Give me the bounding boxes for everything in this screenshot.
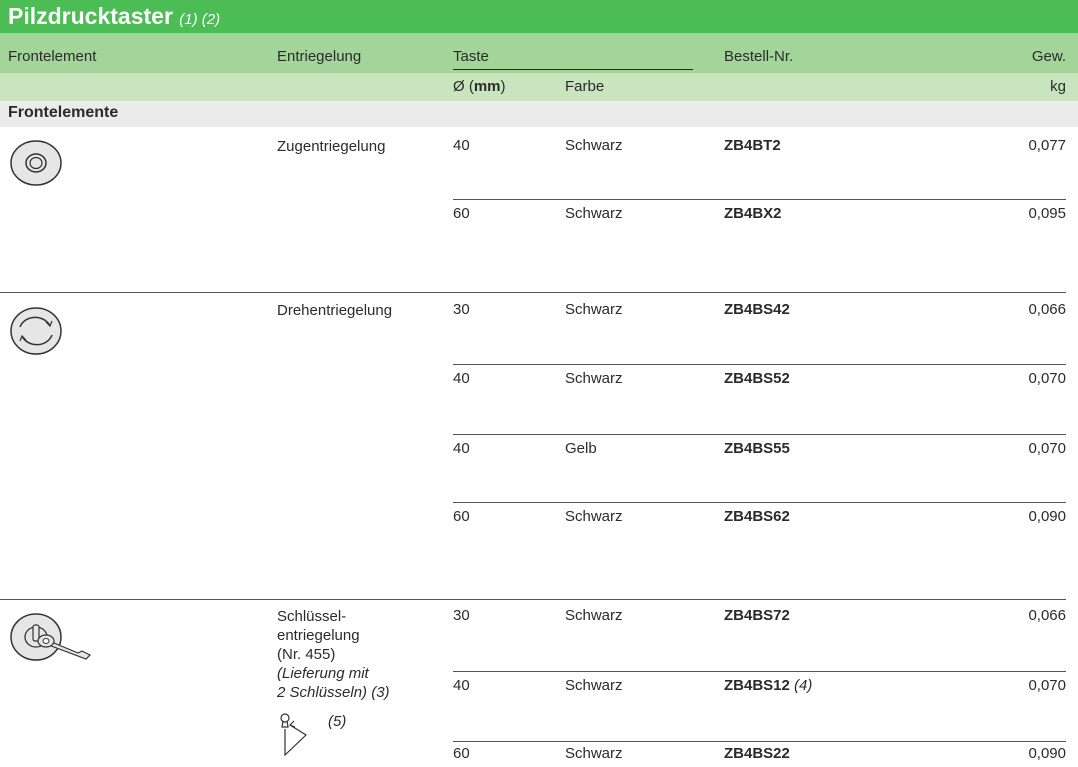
group-label-line: Zugentriegelung: [277, 138, 386, 155]
cell-gew: 0,066: [1028, 301, 1066, 318]
cell-bestell-nr: ZB4BS52: [724, 370, 790, 387]
cell-diameter: 60: [453, 205, 470, 222]
key-note: (5): [328, 713, 347, 730]
section-title: Frontelemente: [8, 104, 119, 121]
header-farbe: Farbe: [565, 78, 605, 95]
header-frontelement: Frontelement: [8, 48, 97, 65]
cell-diameter: 30: [453, 607, 470, 624]
turn-release-icon: [10, 307, 62, 355]
cell-farbe: Schwarz: [565, 677, 623, 694]
cell-gew: 0,077: [1028, 137, 1066, 154]
cell-gew: 0,070: [1028, 440, 1066, 457]
group-separator: [0, 292, 1066, 293]
cell-diameter: 40: [453, 137, 470, 154]
group-label-line: (Nr. 455): [277, 646, 336, 663]
title-text: Pilzdrucktaster: [8, 3, 173, 29]
cell-farbe: Schwarz: [565, 137, 623, 154]
cell-farbe: Gelb: [565, 440, 597, 457]
group-label-key: Schlüssel- entriegelung (Nr. 455) (Liefe…: [277, 607, 390, 702]
bestell-nr-footnote: (4): [794, 677, 813, 694]
cell-bestell-nr: ZB4BS62: [724, 508, 790, 525]
header-kg: kg: [1050, 78, 1066, 95]
cell-diameter: 40: [453, 370, 470, 387]
row-separator: [453, 671, 1066, 672]
cell-bestell-nr: ZB4BS22: [724, 745, 790, 762]
header-bestell: Bestell-Nr.: [724, 48, 794, 65]
group-label-dreh: Drehentriegelung: [277, 301, 392, 320]
header-diameter: Ø (mm): [453, 78, 506, 95]
cell-gew: 0,090: [1028, 508, 1066, 525]
pull-release-icon: [10, 140, 62, 186]
cell-gew: 0,066: [1028, 607, 1066, 624]
group-separator: [0, 599, 1066, 600]
cell-bestell-nr: ZB4BS42: [724, 301, 790, 318]
cell-diameter: 30: [453, 301, 470, 318]
cell-farbe: Schwarz: [565, 508, 623, 525]
cell-farbe: Schwarz: [565, 745, 623, 762]
cell-farbe: Schwarz: [565, 301, 623, 318]
header-taste: Taste: [453, 48, 489, 65]
cell-bestell-nr: ZB4BT2: [724, 137, 781, 154]
cell-farbe: Schwarz: [565, 370, 623, 387]
cell-gew: 0,070: [1028, 370, 1066, 387]
section-band: [0, 101, 1078, 127]
cell-diameter: 60: [453, 745, 470, 762]
row-separator: [453, 199, 1066, 200]
header-row-1: [0, 33, 1078, 73]
cell-farbe: Schwarz: [565, 607, 623, 624]
group-label-italic-line: 2 Schlüsseln) (3): [277, 684, 390, 701]
cell-bestell-nr: ZB4BS72: [724, 607, 790, 624]
cell-bestell-nr: ZB4BS55: [724, 440, 790, 457]
title-footnote: (1) (2): [179, 11, 221, 28]
header-entriegelung: Entriegelung: [277, 48, 362, 65]
cell-diameter: 40: [453, 440, 470, 457]
page-title: Pilzdrucktaster (1) (2): [8, 3, 220, 30]
cell-gew: 0,090: [1028, 745, 1066, 762]
key-release-icon: [10, 613, 92, 661]
group-label-zug: Zugentriegelung: [277, 137, 385, 156]
group-label-line: entriegelung: [277, 627, 360, 644]
group-label-italic-line: (Lieferung mit: [277, 665, 369, 682]
cell-gew: 0,095: [1028, 205, 1066, 222]
diameter-unit: mm: [473, 78, 501, 95]
cell-diameter: 40: [453, 677, 470, 694]
header-row-2: [0, 73, 1078, 101]
taste-underline: [453, 69, 693, 70]
cell-farbe: Schwarz: [565, 205, 623, 222]
bestell-nr-code: ZB4BS12: [724, 677, 790, 694]
row-separator: [453, 741, 1066, 742]
cell-bestell-nr: ZB4BS12 (4): [724, 677, 812, 694]
cell-bestell-nr: ZB4BX2: [724, 205, 782, 222]
header-gew: Gew.: [1031, 48, 1066, 65]
key-position-icon: [280, 713, 307, 757]
cell-diameter: 60: [453, 508, 470, 525]
row-separator: [453, 434, 1066, 435]
group-label-line: Schlüssel-: [277, 608, 347, 625]
group-label-line: Drehentriegelung: [277, 302, 393, 319]
cell-gew: 0,070: [1028, 677, 1066, 694]
diameter-prefix: Ø (: [453, 78, 474, 95]
diameter-suffix: ): [500, 78, 506, 95]
row-separator: [453, 502, 1066, 503]
row-separator: [453, 364, 1066, 365]
